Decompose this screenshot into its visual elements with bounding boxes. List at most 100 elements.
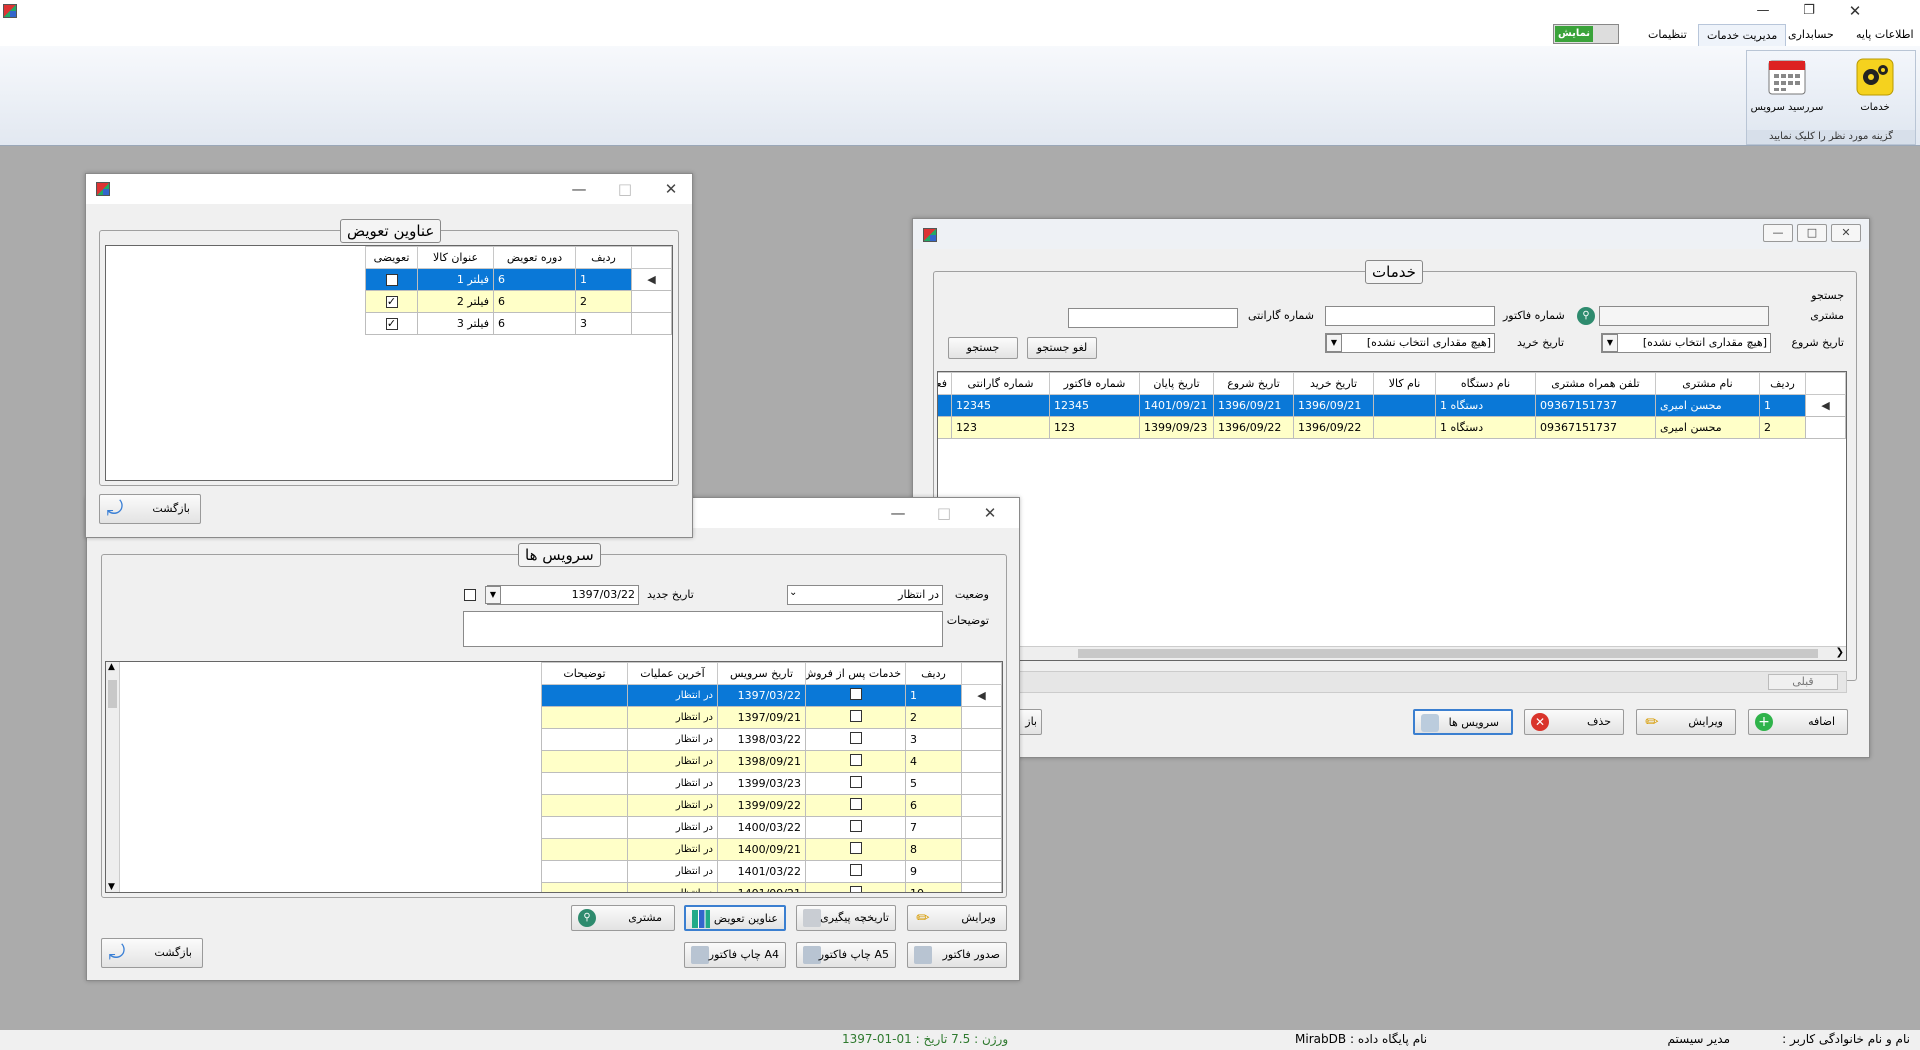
cell[interactable] [805, 772, 906, 795]
back-button[interactable]: ⤾ بازگشت [101, 938, 203, 968]
cell[interactable]: 09367151737 [1535, 416, 1656, 439]
cell[interactable]: 1396/09/21 [1213, 394, 1294, 417]
col-header[interactable]: تاریخ شروع [1213, 372, 1294, 395]
cell[interactable]: 12345 [951, 394, 1050, 417]
table-row[interactable]: 4 1398/09/21 در انتظار [541, 750, 1002, 773]
cell[interactable]: 1401/03/22 [717, 860, 806, 883]
col-header[interactable]: نام مشتری [1655, 372, 1760, 395]
after-sales-checkbox[interactable] [849, 864, 862, 876]
cell[interactable]: 1396/09/22 [1293, 416, 1374, 439]
cell[interactable]: در انتظار [627, 816, 718, 839]
cell[interactable]: فیلتر 2 [417, 290, 494, 313]
table-row[interactable]: 6 1399/09/22 در انتظار [541, 794, 1002, 817]
cell[interactable] [805, 838, 906, 861]
table-row[interactable]: 3 6 فیلتر 3 ✓ [365, 312, 672, 335]
cell[interactable]: دستگاه 1 [1435, 416, 1536, 439]
customer-button[interactable]: ⚲ مشتری [571, 905, 675, 931]
print-a5-button[interactable]: چاپ فاکتور A5 [796, 942, 896, 968]
after-sales-checkbox[interactable] [849, 886, 862, 892]
cell[interactable] [541, 794, 628, 817]
cell[interactable] [938, 416, 952, 439]
cell[interactable]: 1397/09/21 [717, 706, 806, 729]
chevron-down-icon[interactable]: ▼ [108, 882, 115, 892]
col-header[interactable]: دوره تعویض [493, 246, 576, 269]
replaceable-checkbox[interactable]: ✓ [385, 318, 398, 330]
col-header[interactable]: ردیف [1759, 372, 1806, 395]
cell[interactable]: 6 [493, 290, 576, 313]
cell[interactable] [541, 838, 628, 861]
after-sales-checkbox[interactable] [849, 710, 862, 722]
cell[interactable]: 1399/09/23 [1139, 416, 1214, 439]
customer-field[interactable] [1599, 306, 1769, 326]
chevron-up-icon[interactable]: ▲ [108, 662, 115, 672]
cell[interactable]: در انتظار [627, 860, 718, 883]
maximize-icon[interactable]: □ [921, 498, 967, 528]
cell[interactable]: 1399/03/23 [717, 772, 806, 795]
cell[interactable]: در انتظار [627, 684, 718, 707]
cell[interactable] [805, 728, 906, 751]
service-due-ribbon-button[interactable]: سررسید سرویس [1749, 55, 1825, 125]
cell[interactable]: 1 [1759, 394, 1806, 417]
table-row[interactable]: ◀ 1 6 فیلتر 1 ✓ [365, 268, 672, 291]
cell[interactable] [805, 882, 906, 892]
cell[interactable]: 1398/09/21 [717, 750, 806, 773]
cell[interactable]: در انتظار [627, 750, 718, 773]
after-sales-checkbox[interactable] [849, 820, 862, 832]
cell[interactable]: 1400/09/21 [717, 838, 806, 861]
cell[interactable] [805, 750, 906, 773]
cell[interactable]: 12345 [1049, 394, 1140, 417]
display-toggle[interactable]: نمایش [1553, 24, 1619, 44]
new-date-picker[interactable]: 1397/03/22 [487, 585, 639, 605]
invoice-no-field[interactable] [1325, 306, 1495, 326]
cell[interactable]: در انتظار [627, 706, 718, 729]
prev-page-button[interactable]: قبلی [1768, 674, 1838, 690]
cell[interactable]: 9 [905, 860, 962, 883]
col-header[interactable]: تلفن همراه مشتری [1535, 372, 1656, 395]
table-row[interactable]: 7 1400/03/22 در انتظار [541, 816, 1002, 839]
cell[interactable]: 1398/03/22 [717, 728, 806, 751]
cell[interactable]: فیلتر 3 [417, 312, 494, 335]
cell[interactable]: 1397/03/22 [717, 684, 806, 707]
cell[interactable]: 1 [575, 268, 632, 291]
start-date-picker[interactable]: [هیچ مقداری انتخاب نشده] [1601, 333, 1771, 353]
chevron-down-icon[interactable]: ▼ [1326, 334, 1342, 352]
close-icon[interactable]: ✕ [967, 498, 1013, 528]
cell[interactable]: 1396/09/22 [1213, 416, 1294, 439]
horizontal-scrollbar[interactable]: ❯ [938, 646, 1846, 660]
col-header[interactable]: تعویضی [365, 246, 418, 269]
chevron-down-icon[interactable]: ▼ [485, 586, 501, 604]
close-icon[interactable]: ✕ [1832, 0, 1878, 22]
cell[interactable] [541, 728, 628, 751]
after-sales-checkbox[interactable] [849, 842, 862, 854]
col-header[interactable]: ردیف [905, 662, 962, 685]
col-header[interactable]: آخرین عملیات [627, 662, 718, 685]
cell[interactable] [1373, 416, 1436, 439]
cell[interactable]: دستگاه 1 [1435, 394, 1536, 417]
cell[interactable]: ✓ [365, 312, 418, 335]
cell[interactable]: 7 [905, 816, 962, 839]
cell[interactable] [541, 860, 628, 883]
after-sales-checkbox[interactable] [849, 732, 862, 744]
replaceable-checkbox[interactable]: ✓ [385, 296, 398, 308]
maximize-icon[interactable]: □ [602, 174, 648, 204]
table-row[interactable]: 9 1401/03/22 در انتظار [541, 860, 1002, 883]
cell[interactable]: 123 [1049, 416, 1140, 439]
description-textarea[interactable] [463, 611, 943, 647]
cell[interactable] [541, 750, 628, 773]
cell[interactable] [805, 706, 906, 729]
col-header[interactable]: عنوان کالا [417, 246, 494, 269]
table-row[interactable]: 2 1397/09/21 در انتظار [541, 706, 1002, 729]
warranty-no-field[interactable] [1068, 308, 1238, 328]
scrollbar-thumb[interactable] [1078, 649, 1818, 658]
cell[interactable]: 10 [905, 882, 962, 892]
after-sales-checkbox[interactable] [849, 688, 862, 700]
cell[interactable]: محسن امیری [1655, 416, 1760, 439]
cell[interactable] [805, 684, 906, 707]
cell[interactable] [805, 860, 906, 883]
vertical-scrollbar[interactable]: ▲ ▼ [106, 662, 120, 892]
table-row[interactable]: 10 1401/09/21در انتظار [541, 882, 1002, 892]
minimize-icon[interactable]: — [875, 498, 921, 528]
cell[interactable]: در انتظار [627, 838, 718, 861]
col-header[interactable]: فعال/ [938, 372, 952, 395]
chevron-down-icon[interactable]: ▼ [1602, 334, 1618, 352]
